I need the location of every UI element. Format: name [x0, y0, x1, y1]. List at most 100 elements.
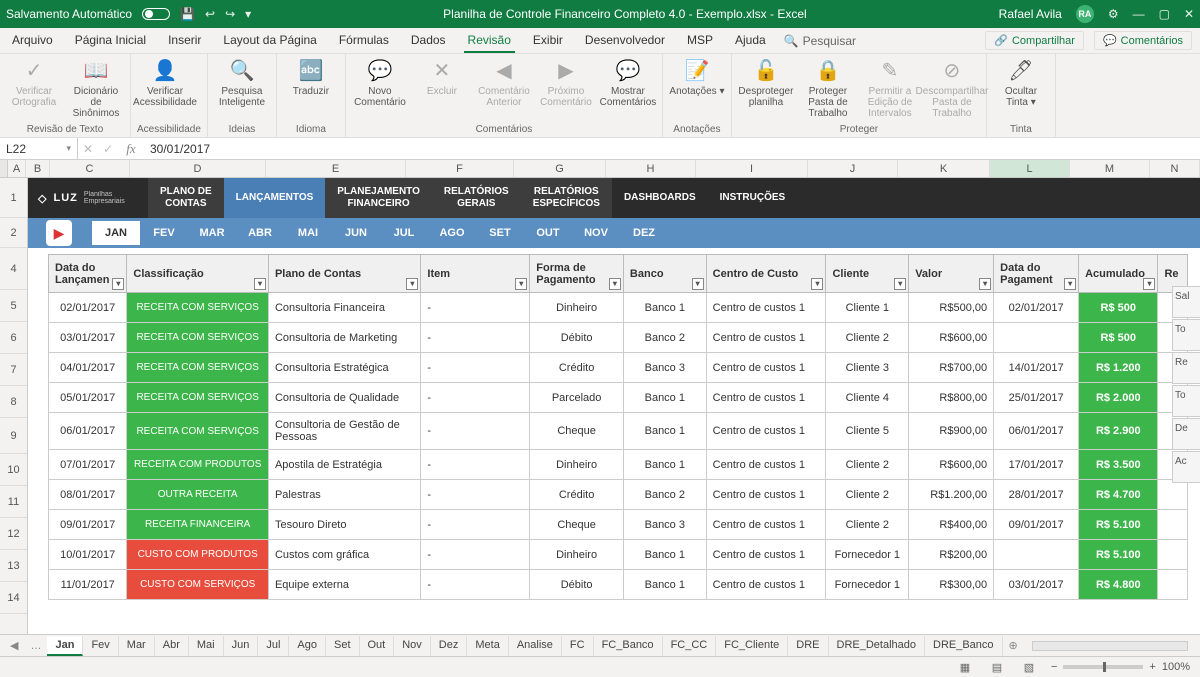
worksheet-tab-meta[interactable]: Meta — [467, 636, 508, 656]
row-header-14[interactable]: 14 — [0, 582, 27, 614]
month-tab-jan[interactable]: JAN — [92, 221, 140, 245]
nav-tab-dashboards[interactable]: DASHBOARDS — [612, 178, 708, 218]
tab-nav-next[interactable]: ⊕ — [1003, 639, 1024, 652]
nav-tab-plano-de-contas[interactable]: PLANO DECONTAS — [148, 178, 224, 218]
table-header[interactable]: Centro de Custo▾ — [706, 255, 826, 293]
ribbon-verificar-acessibilidade[interactable]: 👤Verificar Acessibilidade — [137, 58, 193, 108]
nav-tab-relatórios-gerais[interactable]: RELATÓRIOSGERAIS — [432, 178, 521, 218]
row-header-2[interactable]: 2 — [0, 218, 27, 248]
col-header-N[interactable]: N — [1150, 160, 1200, 177]
worksheet-tab-set[interactable]: Set — [326, 636, 360, 656]
col-header-G[interactable]: G — [514, 160, 606, 177]
table-header[interactable]: Data do Lançamen▾ — [49, 255, 127, 293]
tab-nav-prev[interactable]: ◀ — [4, 639, 24, 652]
table-header[interactable]: Valor▾ — [909, 255, 994, 293]
row-header-6[interactable]: 6 — [0, 322, 27, 354]
table-header[interactable]: Banco▾ — [623, 255, 706, 293]
menu-tab-layout-da-página[interactable]: Layout da Página — [219, 29, 320, 53]
nav-tab-instruções[interactable]: INSTRUÇÕES — [708, 178, 798, 218]
ribbon-anota-es-[interactable]: 📝Anotações ▾ — [669, 58, 725, 97]
col-header-M[interactable]: M — [1070, 160, 1150, 177]
filter-dropdown[interactable]: ▾ — [979, 278, 991, 290]
ribbon-dicion-rio-de-sin-nimos[interactable]: 📖Dicionário de Sinônimos — [68, 58, 124, 119]
col-header-E[interactable]: E — [266, 160, 406, 177]
month-tab-mai[interactable]: MAI — [284, 221, 332, 245]
month-tab-set[interactable]: SET — [476, 221, 524, 245]
menu-tab-dados[interactable]: Dados — [407, 29, 450, 53]
worksheet-tab-out[interactable]: Out — [360, 636, 395, 656]
select-all-corner[interactable] — [0, 160, 8, 177]
ribbon-proteger-pasta-de-trabalho[interactable]: 🔒Proteger Pasta de Trabalho — [800, 58, 856, 119]
month-tab-mar[interactable]: MAR — [188, 221, 236, 245]
table-header[interactable]: Acumulado▾ — [1079, 255, 1158, 293]
filter-dropdown[interactable]: ▾ — [1064, 278, 1076, 290]
ribbon-pesquisa-inteligente[interactable]: 🔍Pesquisa Inteligente — [214, 58, 270, 108]
col-header-D[interactable]: D — [130, 160, 266, 177]
col-header-A[interactable]: A — [8, 160, 26, 177]
worksheet-tab-analise[interactable]: Analise — [509, 636, 562, 656]
user-name[interactable]: Rafael Avila — [999, 7, 1062, 21]
filter-dropdown[interactable]: ▾ — [692, 278, 704, 290]
table-row[interactable]: 09/01/2017RECEITA FINANCEIRATesouro Dire… — [49, 510, 1188, 540]
fx-icon[interactable]: fx — [118, 141, 144, 157]
menu-tab-exibir[interactable]: Exibir — [529, 29, 567, 53]
month-tab-abr[interactable]: ABR — [236, 221, 284, 245]
view-pagebreak-icon[interactable]: ▧ — [1019, 661, 1039, 674]
table-row[interactable]: 06/01/2017RECEITA COM SERVIÇOSConsultori… — [49, 413, 1188, 450]
more-icon[interactable]: ▾ — [245, 7, 251, 21]
worksheet-tab-mar[interactable]: Mar — [119, 636, 155, 656]
worksheet-tab-ago[interactable]: Ago — [289, 636, 326, 656]
row-header-5[interactable]: 5 — [0, 290, 27, 322]
worksheet-tab-fc_cc[interactable]: FC_CC — [663, 636, 717, 656]
row-header-4[interactable]: 4 — [0, 248, 27, 290]
row-header-13[interactable]: 13 — [0, 550, 27, 582]
zoom-in-icon[interactable]: + — [1149, 661, 1155, 673]
close-icon[interactable]: ✕ — [1184, 7, 1194, 21]
minimize-icon[interactable]: — — [1133, 7, 1145, 21]
worksheet-tab-jan[interactable]: Jan — [47, 636, 83, 656]
horizontal-scrollbar[interactable] — [1032, 641, 1188, 651]
formula-input[interactable]: 30/01/2017 — [144, 142, 1200, 156]
avatar[interactable]: RA — [1076, 5, 1094, 23]
ribbon-novo-coment-rio[interactable]: 💬Novo Comentário — [352, 58, 408, 108]
zoom-slider[interactable] — [1063, 665, 1143, 669]
worksheet-tab-dre_banco[interactable]: DRE_Banco — [925, 636, 1003, 656]
worksheet-tab-fc_cliente[interactable]: FC_Cliente — [716, 636, 788, 656]
col-header-H[interactable]: H — [606, 160, 696, 177]
table-row[interactable]: 07/01/2017RECEITA COM PRODUTOSApostila d… — [49, 450, 1188, 480]
ribbon-traduzir[interactable]: 🔤Traduzir — [283, 58, 339, 97]
enter-fx-icon[interactable]: ✓ — [98, 142, 118, 156]
grid[interactable]: ◇ LUZ Planilhas Empresariais PLANO DECON… — [28, 178, 1200, 634]
menu-tab-msp[interactable]: MSP — [683, 29, 717, 53]
month-tab-ago[interactable]: AGO — [428, 221, 476, 245]
ribbon-mode-icon[interactable]: ⚙ — [1108, 7, 1119, 21]
filter-dropdown[interactable]: ▾ — [894, 278, 906, 290]
menu-tab-desenvolvedor[interactable]: Desenvolvedor — [581, 29, 669, 53]
filter-dropdown[interactable]: ▾ — [609, 278, 621, 290]
worksheet-tab-jul[interactable]: Jul — [258, 636, 289, 656]
search-box[interactable]: 🔍 Pesquisar — [784, 34, 856, 48]
zoom-value[interactable]: 100% — [1162, 661, 1190, 673]
zoom-control[interactable]: − + 100% — [1051, 661, 1190, 673]
month-tab-jul[interactable]: JUL — [380, 221, 428, 245]
worksheet-tab-dre[interactable]: DRE — [788, 636, 828, 656]
menu-tab-revisão[interactable]: Revisão — [464, 29, 515, 53]
worksheet-tab-fev[interactable]: Fev — [83, 636, 118, 656]
month-tab-jun[interactable]: JUN — [332, 221, 380, 245]
tab-nav-more[interactable]: … — [24, 640, 47, 652]
ribbon-ocultar-tinta-[interactable]: 🖊Ocultar Tinta ▾ — [993, 58, 1049, 108]
worksheet-tab-fc_banco[interactable]: FC_Banco — [594, 636, 663, 656]
col-header-J[interactable]: J — [808, 160, 898, 177]
month-tab-dez[interactable]: DEZ — [620, 221, 668, 245]
row-header-7[interactable]: 7 — [0, 354, 27, 386]
col-header-L[interactable]: L — [990, 160, 1070, 177]
month-tab-out[interactable]: OUT — [524, 221, 572, 245]
col-header-K[interactable]: K — [898, 160, 990, 177]
worksheet-tab-mai[interactable]: Mai — [189, 636, 224, 656]
table-header[interactable]: Forma de Pagamento▾ — [530, 255, 624, 293]
table-row[interactable]: 05/01/2017RECEITA COM SERVIÇOSConsultori… — [49, 383, 1188, 413]
play-button[interactable]: ▶ — [46, 220, 72, 246]
nav-tab-lançamentos[interactable]: LANÇAMENTOS — [224, 178, 326, 218]
name-box[interactable]: L22▾ — [0, 138, 78, 159]
ribbon-desproteger-planilha[interactable]: 🔓Desproteger planilha — [738, 58, 794, 108]
